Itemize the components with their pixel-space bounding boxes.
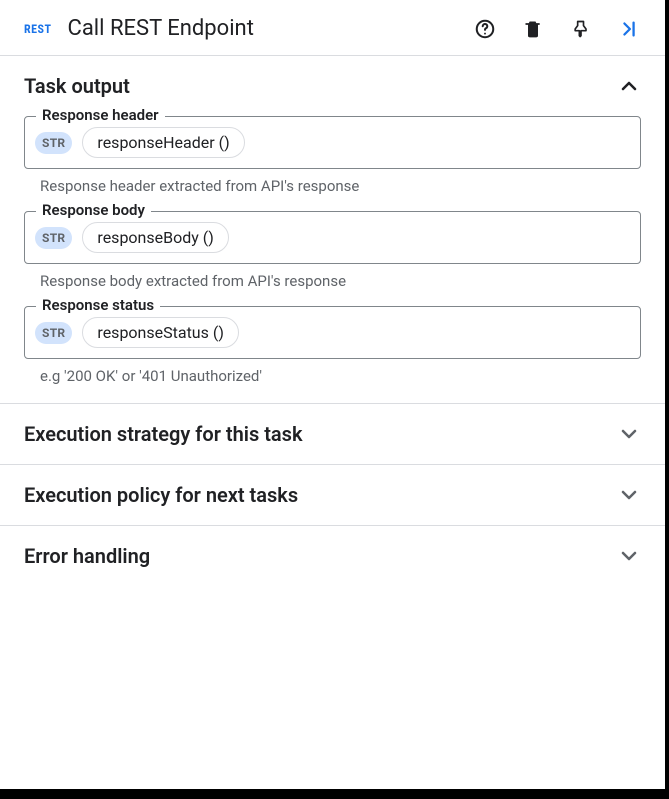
type-badge-str: STR (35, 132, 72, 154)
section-execution-policy: Execution policy for next tasks (0, 465, 665, 525)
help-icon[interactable] (473, 17, 497, 41)
section-head-execution-strategy[interactable]: Execution strategy for this task (24, 422, 641, 446)
field-label: Response body (36, 201, 151, 219)
field-response-body: Response body STR responseBody () (24, 211, 641, 264)
section-task-output: Task output Response header STR response… (0, 56, 665, 403)
task-config-panel: REST Call REST Endpoint Task output (0, 0, 669, 799)
field-response-header: Response header STR responseHeader () (24, 116, 641, 169)
helper-text: Response header extracted from API's res… (40, 177, 641, 195)
chevron-down-icon (617, 544, 641, 568)
section-head-task-output[interactable]: Task output (24, 74, 641, 98)
section-head-error-handling[interactable]: Error handling (24, 544, 641, 568)
panel-title: Call REST Endpoint (68, 16, 457, 41)
value-chip[interactable]: responseStatus () (82, 317, 238, 348)
section-title: Execution strategy for this task (24, 422, 303, 446)
pin-icon[interactable] (569, 17, 593, 41)
type-badge-str: STR (35, 322, 72, 344)
collapse-panel-icon[interactable] (617, 17, 641, 41)
helper-text: Response body extracted from API's respo… (40, 272, 641, 290)
section-title: Execution policy for next tasks (24, 483, 298, 507)
value-chip[interactable]: responseHeader () (82, 127, 244, 158)
section-error-handling: Error handling (0, 526, 665, 586)
chevron-down-icon (617, 422, 641, 446)
chevron-down-icon (617, 483, 641, 507)
field-label: Response status (36, 296, 160, 314)
delete-icon[interactable] (521, 17, 545, 41)
helper-text: e.g '200 OK' or '401 Unauthorized' (40, 367, 641, 385)
rest-badge: REST (24, 22, 52, 36)
section-title: Task output (24, 74, 130, 98)
section-execution-strategy: Execution strategy for this task (0, 404, 665, 464)
field-label: Response header (36, 106, 165, 124)
type-badge-str: STR (35, 227, 72, 249)
value-chip[interactable]: responseBody () (82, 222, 228, 253)
chevron-up-icon (617, 74, 641, 98)
header-actions (473, 17, 641, 41)
section-head-execution-policy[interactable]: Execution policy for next tasks (24, 483, 641, 507)
panel-header: REST Call REST Endpoint (0, 0, 665, 55)
section-title: Error handling (24, 544, 150, 568)
task-output-body: Response header STR responseHeader () Re… (24, 116, 641, 385)
field-response-status: Response status STR responseStatus () (24, 306, 641, 359)
